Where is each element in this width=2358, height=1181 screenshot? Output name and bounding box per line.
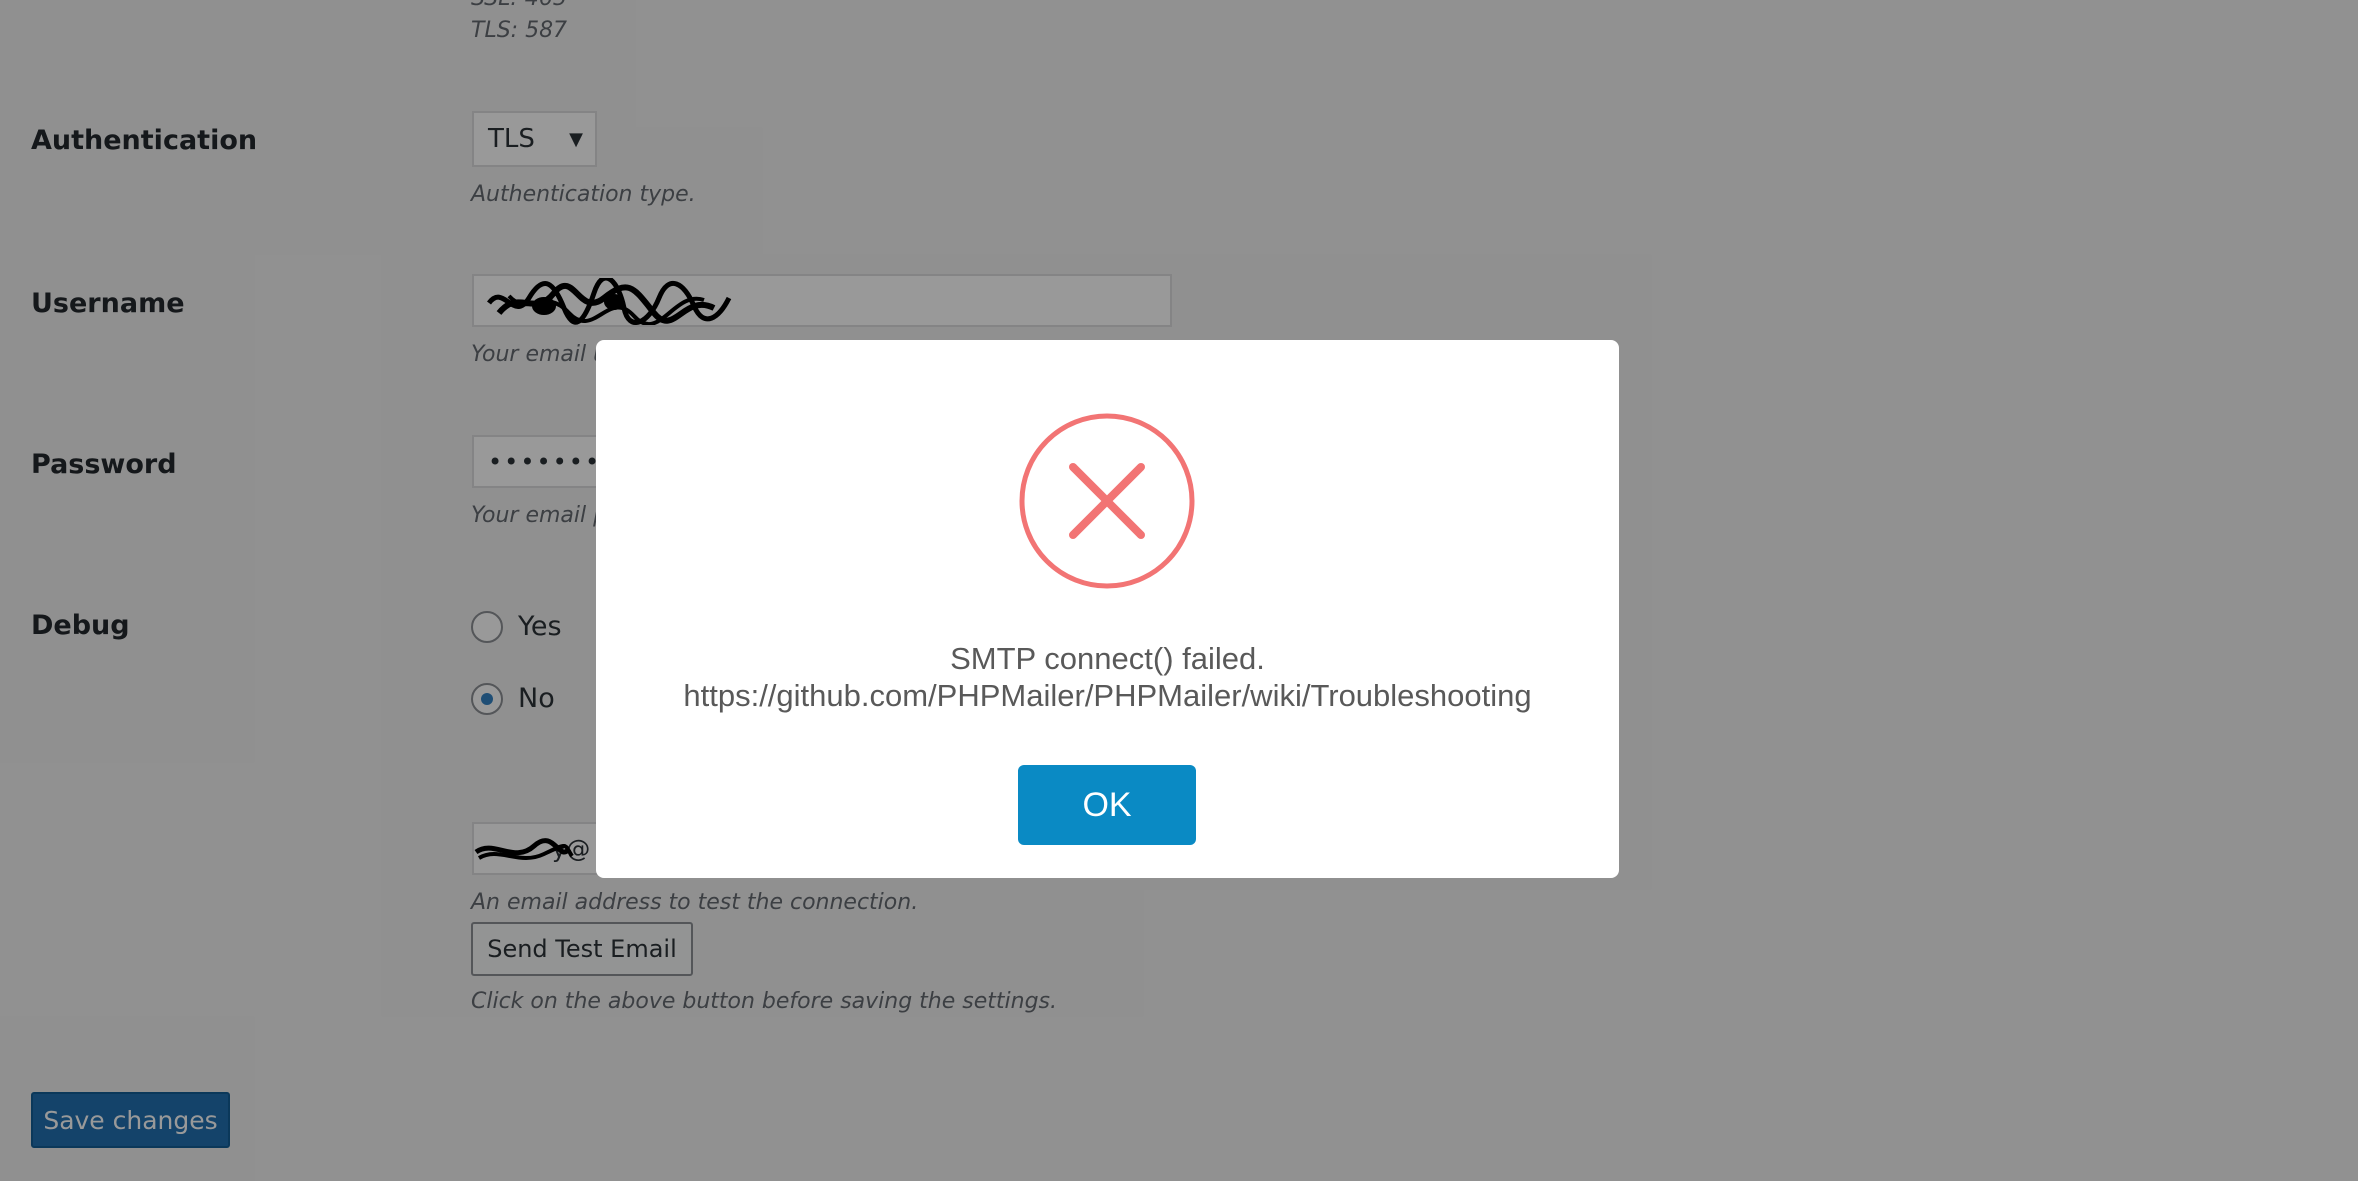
- error-message-line2: https://github.com/PHPMailer/PHPMailer/w…: [683, 678, 1532, 713]
- error-message: SMTP connect() failed. https://github.co…: [596, 640, 1619, 714]
- error-message-line1: SMTP connect() failed.: [950, 641, 1265, 676]
- error-x-icon: [1019, 413, 1195, 589]
- ok-button[interactable]: OK: [1018, 765, 1196, 845]
- error-dialog: SMTP connect() failed. https://github.co…: [596, 340, 1619, 878]
